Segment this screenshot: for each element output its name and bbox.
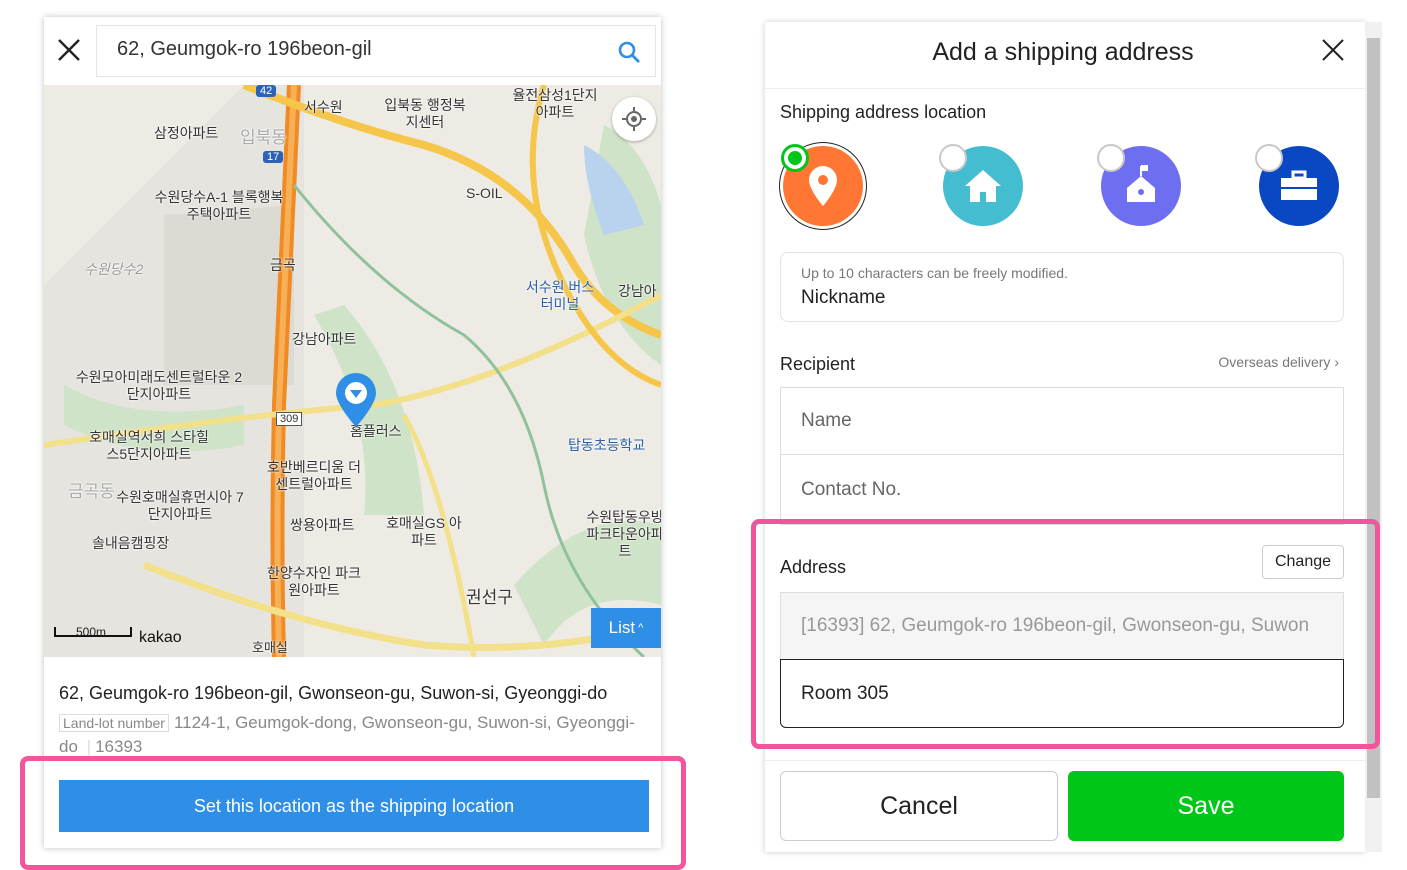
recipient-label: Recipient: [780, 354, 856, 374]
map-label: 호반베르디움 더센트럴아파트: [266, 459, 362, 492]
list-button-label: List: [608, 618, 636, 637]
divider: |: [86, 737, 92, 756]
crosshair-icon: [622, 107, 646, 131]
map-label: 입북동: [240, 128, 287, 147]
close-icon[interactable]: [1321, 38, 1345, 67]
close-icon[interactable]: [56, 37, 82, 63]
nickname-field[interactable]: Up to 10 characters can be freely modifi…: [780, 252, 1344, 322]
highlight-box: [20, 756, 686, 870]
location-label: Shipping address location: [780, 102, 987, 122]
highlight-box: [751, 519, 1380, 749]
dialog-title: Add a shipping address: [932, 38, 1194, 66]
map-label: 호매실: [252, 640, 288, 655]
name-placeholder: Name: [801, 410, 852, 431]
location-radio[interactable]: [1097, 144, 1125, 172]
location-radio[interactable]: [1255, 144, 1283, 172]
map-label: 수원당수2: [84, 261, 144, 277]
chevron-right-icon: ›: [1330, 354, 1339, 370]
map-label: 강남아: [618, 283, 657, 299]
map-label: 강남아파트: [292, 331, 357, 347]
search-input[interactable]: [117, 38, 597, 61]
map-label: 서수원 버스터미널: [525, 279, 595, 312]
map-label: 권선구: [466, 588, 513, 607]
cancel-button[interactable]: Cancel: [780, 771, 1058, 841]
map-label: 금곡: [270, 257, 296, 273]
map-label: 금곡동: [68, 482, 115, 501]
search-bar: [96, 25, 656, 77]
contact-placeholder: Contact No.: [801, 478, 902, 500]
map-label: 호매실GS 아파트: [386, 515, 462, 548]
map-view[interactable]: 삼정아파트 입북동 서수원 입북동 행정복지센터 율전삼성1단지 아파트 수원당…: [44, 85, 661, 657]
address-main: 62, Geumgok-ro 196beon-gil, Gwonseon-gu,…: [59, 683, 608, 703]
map-label: 솔내음캠핑장: [92, 535, 170, 551]
road-badge: 17: [263, 151, 284, 163]
map-label: 호매실역서희 스타힐스5단지아파트: [89, 429, 209, 462]
map-label: 삼정아파트: [154, 125, 219, 141]
map-label: S-OIL: [466, 185, 503, 201]
map-label: 수원당수A-1 블록행복주택아파트: [154, 189, 284, 222]
list-button[interactable]: List ^: [591, 608, 661, 648]
road-badge: 42: [256, 85, 277, 97]
road-badge: 309: [276, 412, 303, 426]
nickname-hint: Up to 10 characters can be freely modifi…: [801, 265, 1068, 281]
divider: [765, 760, 1365, 761]
location-radio[interactable]: [939, 144, 967, 172]
map-panel: 삼정아파트 입북동 서수원 입북동 행정복지센터 율전삼성1단지 아파트 수원당…: [44, 17, 661, 848]
location-pin-icon: [334, 373, 378, 434]
search-icon[interactable]: [617, 40, 641, 69]
map-label: 탑동초등학교: [568, 437, 646, 453]
landlot-address: Land-lot number 1124-1, Geumgok-dong, Gwo…: [59, 711, 649, 758]
save-button[interactable]: Save: [1068, 771, 1344, 841]
map-label: 수원모아미래도센트럴타운 2단지아파트: [75, 369, 243, 402]
postal-code: 16393: [95, 737, 143, 756]
map-label: 수원호매실휴먼시아 7단지아파트: [116, 489, 244, 522]
map-scale-label: 500m: [76, 625, 107, 639]
name-input[interactable]: Name: [780, 387, 1344, 455]
location-radio-selected[interactable]: [781, 144, 809, 172]
map-label: 수원탑동우방 파크타운아파트: [586, 509, 661, 559]
map-label: 한양수자인 파크원아파트: [266, 565, 362, 598]
contact-input[interactable]: Contact No.: [780, 455, 1344, 525]
kakao-logo: kakao: [139, 629, 182, 646]
divider: [765, 88, 1365, 89]
overseas-delivery-link[interactable]: Overseas delivery ›: [1218, 354, 1339, 370]
overseas-link-label: Overseas delivery: [1218, 354, 1331, 370]
map-label: 율전삼성1단지 아파트: [512, 87, 598, 120]
current-location-button[interactable]: [612, 97, 656, 141]
map-label: 입북동 행정복지센터: [384, 97, 466, 130]
map-label: 서수원: [304, 99, 343, 115]
landlot-tag: Land-lot number: [59, 714, 169, 732]
chevron-up-icon: ^: [638, 622, 644, 634]
nickname-value: Nickname: [801, 287, 886, 308]
map-label: 쌍용아파트: [290, 517, 355, 533]
